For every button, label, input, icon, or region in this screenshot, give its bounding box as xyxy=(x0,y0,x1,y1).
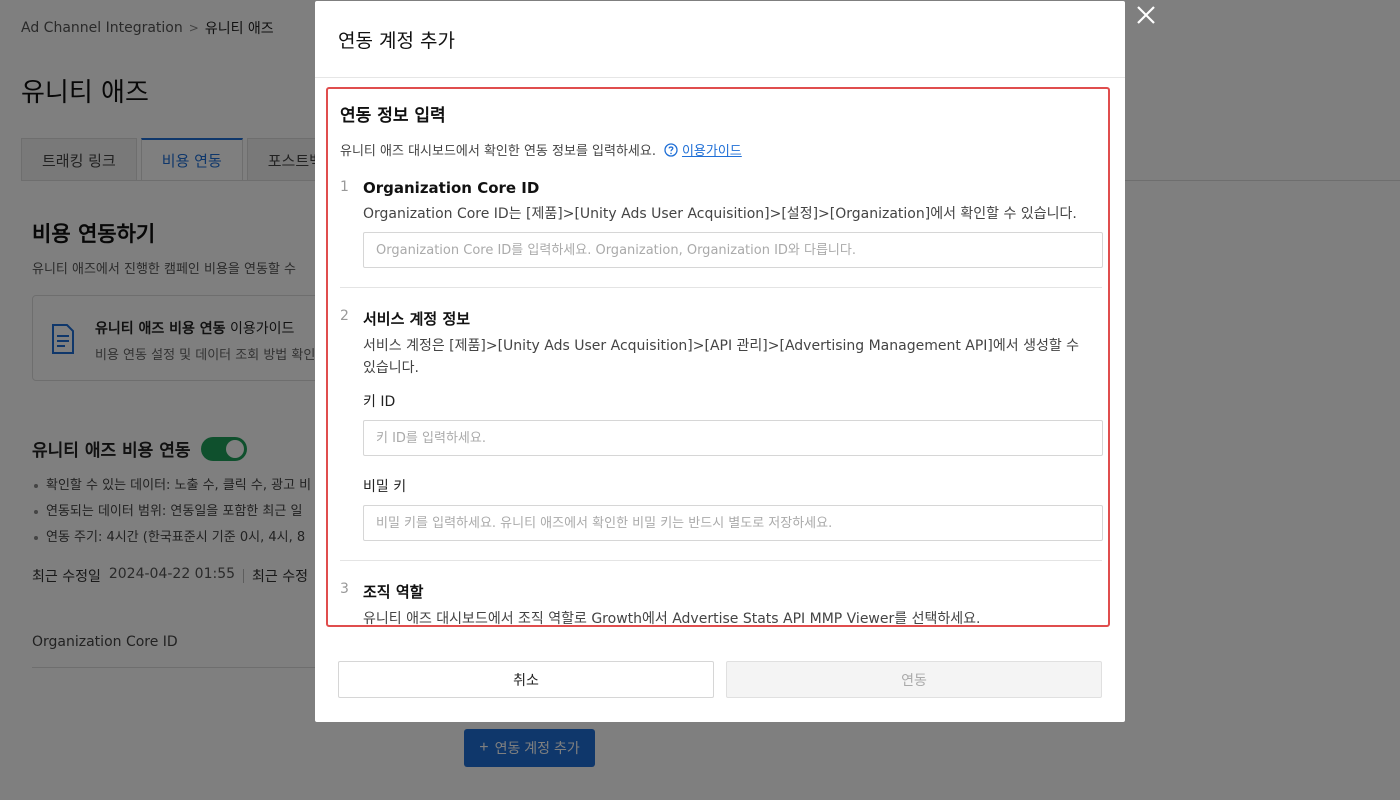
step-description-line: 서비스 계정은 [제품]>[Unity Ads User Acquisition… xyxy=(363,338,1080,354)
step-organization-role: 3 조직 역할 유니티 애즈 대시보드에서 조직 역할로 Growth에서 Ad… xyxy=(340,581,1102,627)
step-title: 조직 역할 xyxy=(363,583,424,601)
step-divider xyxy=(340,287,1102,288)
modal-footer: 취소 연동 xyxy=(338,661,1102,698)
key-id-label: 키 ID xyxy=(363,394,396,410)
info-description: 유니티 애즈 대시보드에서 확인한 연동 정보를 입력하세요. 이용가이드 xyxy=(340,140,1102,159)
info-title: 연동 정보 입력 xyxy=(340,106,446,126)
cancel-button[interactable]: 취소 xyxy=(338,661,714,698)
organization-core-id-input[interactable] xyxy=(363,232,1103,268)
secret-key-label: 비밀 키 xyxy=(363,479,407,495)
modal-title: 연동 계정 추가 xyxy=(338,29,455,52)
step-divider xyxy=(340,560,1102,561)
step-service-account: 2 서비스 계정 정보 서비스 계정은 [제품]>[Unity Ads User… xyxy=(340,308,1103,541)
modal-header: 연동 계정 추가 xyxy=(315,1,1125,78)
step-title: Organization Core ID xyxy=(363,179,540,197)
connect-button[interactable]: 연동 xyxy=(726,661,1102,698)
info-description-text: 유니티 애즈 대시보드에서 확인한 연동 정보를 입력하세요. xyxy=(340,144,656,159)
step-number: 3 xyxy=(340,581,349,597)
step-number: 1 xyxy=(340,179,349,195)
help-circle-icon xyxy=(664,142,678,157)
step-organization-core-id: 1 Organization Core ID Organization Core… xyxy=(340,179,1103,268)
panel-content: 연동 정보 입력 유니티 애즈 대시보드에서 확인한 연동 정보를 입력하세요.… xyxy=(340,101,1103,627)
step-description-line: 있습니다. xyxy=(363,360,419,376)
integration-info-panel: 연동 정보 입력 유니티 애즈 대시보드에서 확인한 연동 정보를 입력하세요.… xyxy=(326,87,1110,627)
step-description: Organization Core ID는 [제품]>[Unity Ads Us… xyxy=(363,206,1077,222)
step-description: 유니티 애즈 대시보드에서 조직 역할로 Growth에서 Advertise … xyxy=(363,611,981,627)
usage-guide-link[interactable]: 이용가이드 xyxy=(682,140,742,159)
key-id-input[interactable] xyxy=(363,420,1103,456)
close-icon[interactable] xyxy=(1133,2,1159,28)
step-title: 서비스 계정 정보 xyxy=(363,310,471,328)
step-number: 2 xyxy=(340,308,349,324)
add-account-modal: 연동 계정 추가 연동 정보 입력 유니티 애즈 대시보드에서 확인한 연동 정… xyxy=(315,1,1125,722)
secret-key-input[interactable] xyxy=(363,505,1103,541)
step-description: 서비스 계정은 [제품]>[Unity Ads User Acquisition… xyxy=(363,335,1102,379)
